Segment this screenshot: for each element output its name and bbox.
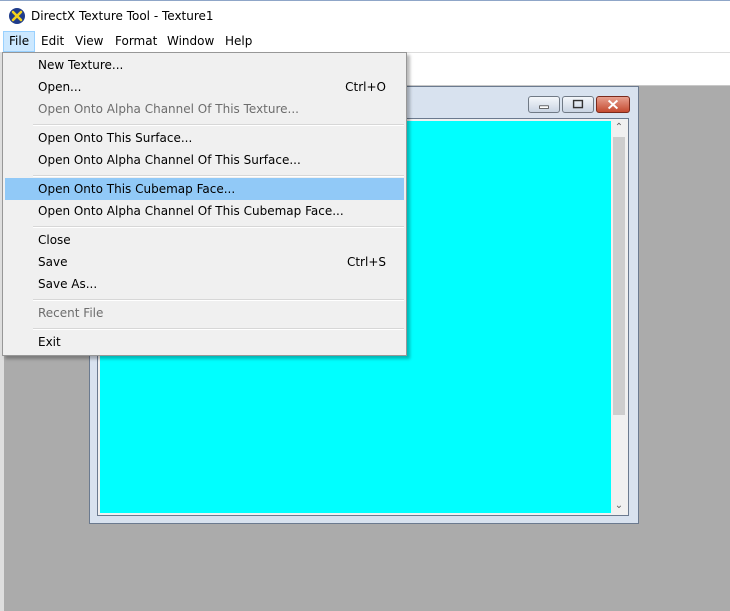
menu-help[interactable]: Help bbox=[220, 31, 257, 52]
file-menu-dropdown: New Texture... Open... Ctrl+O Open Onto … bbox=[2, 52, 407, 356]
menu-file[interactable]: File bbox=[3, 31, 36, 52]
menu-item-exit[interactable]: Exit bbox=[5, 331, 404, 353]
menu-file-label: File bbox=[9, 34, 30, 48]
menu-item-save-as[interactable]: Save As... bbox=[5, 273, 404, 295]
vertical-scrollbar[interactable]: ⌃ ⌄ bbox=[611, 120, 627, 514]
menu-item-close[interactable]: Close bbox=[5, 229, 404, 251]
menu-view[interactable]: View bbox=[70, 31, 108, 52]
menu-item-label: Open Onto Alpha Channel Of This Surface.… bbox=[38, 153, 301, 167]
menu-item-recent-file: Recent File bbox=[5, 302, 404, 324]
menu-window[interactable]: Window bbox=[162, 31, 219, 52]
menu-item-open-alpha-texture: Open Onto Alpha Channel Of This Texture.… bbox=[5, 98, 404, 120]
menu-item-shortcut: Ctrl+S bbox=[346, 255, 386, 269]
close-icon bbox=[607, 99, 619, 110]
menu-item-new-texture[interactable]: New Texture... bbox=[5, 54, 404, 76]
menu-item-label: Open Onto Alpha Channel Of This Cubemap … bbox=[38, 204, 344, 218]
menu-item-open-alpha-surface[interactable]: Open Onto Alpha Channel Of This Surface.… bbox=[5, 149, 404, 171]
maximize-button[interactable] bbox=[562, 96, 594, 113]
menu-item-label: Open Onto Alpha Channel Of This Texture.… bbox=[38, 102, 299, 116]
menu-item-label: Recent File bbox=[38, 306, 104, 320]
menu-edit-label: Edit bbox=[41, 34, 65, 48]
menu-item-label: Exit bbox=[38, 335, 61, 349]
menu-separator bbox=[33, 328, 404, 330]
menu-item-save[interactable]: Save Ctrl+S bbox=[5, 251, 404, 273]
menu-bar: File Edit View Format Window Help bbox=[0, 31, 730, 52]
menu-separator bbox=[33, 175, 404, 177]
menu-item-open-surface[interactable]: Open Onto This Surface... bbox=[5, 127, 404, 149]
title-bar: DirectX Texture Tool - Texture1 bbox=[0, 0, 730, 31]
menu-separator bbox=[33, 226, 404, 228]
menu-item-open-cubemap-face[interactable]: Open Onto This Cubemap Face... bbox=[5, 178, 404, 200]
close-button[interactable] bbox=[596, 96, 630, 113]
menu-item-label: Open... bbox=[38, 80, 82, 94]
menu-separator bbox=[33, 299, 404, 301]
menu-item-label: Open Onto This Surface... bbox=[38, 131, 193, 145]
menu-format-label: Format bbox=[115, 34, 158, 48]
menu-help-label: Help bbox=[225, 34, 253, 48]
menu-view-label: View bbox=[75, 34, 104, 48]
minimize-icon bbox=[539, 105, 549, 109]
menu-item-label: Save bbox=[38, 255, 68, 269]
minimize-button[interactable] bbox=[528, 96, 560, 113]
menu-item-label: Open Onto This Cubemap Face... bbox=[38, 182, 236, 196]
menu-item-label: Save As... bbox=[38, 277, 98, 291]
menu-separator bbox=[33, 124, 404, 126]
scroll-thumb[interactable] bbox=[613, 137, 625, 415]
menu-format[interactable]: Format bbox=[110, 31, 162, 52]
menu-edit[interactable]: Edit bbox=[36, 31, 69, 52]
menu-item-open-alpha-cubemap-face[interactable]: Open Onto Alpha Channel Of This Cubemap … bbox=[5, 200, 404, 222]
scroll-up-icon[interactable]: ⌃ bbox=[611, 120, 627, 136]
menu-item-shortcut: Ctrl+O bbox=[345, 80, 386, 94]
menu-window-label: Window bbox=[167, 34, 215, 48]
restore-icon bbox=[572, 99, 584, 109]
scroll-down-icon[interactable]: ⌄ bbox=[611, 498, 627, 514]
menu-item-open[interactable]: Open... Ctrl+O bbox=[5, 76, 404, 98]
menu-item-label: New Texture... bbox=[38, 58, 124, 72]
window-title: DirectX Texture Tool - Texture1 bbox=[31, 9, 214, 23]
directx-icon[interactable] bbox=[9, 8, 25, 24]
menu-item-label: Close bbox=[38, 233, 71, 247]
